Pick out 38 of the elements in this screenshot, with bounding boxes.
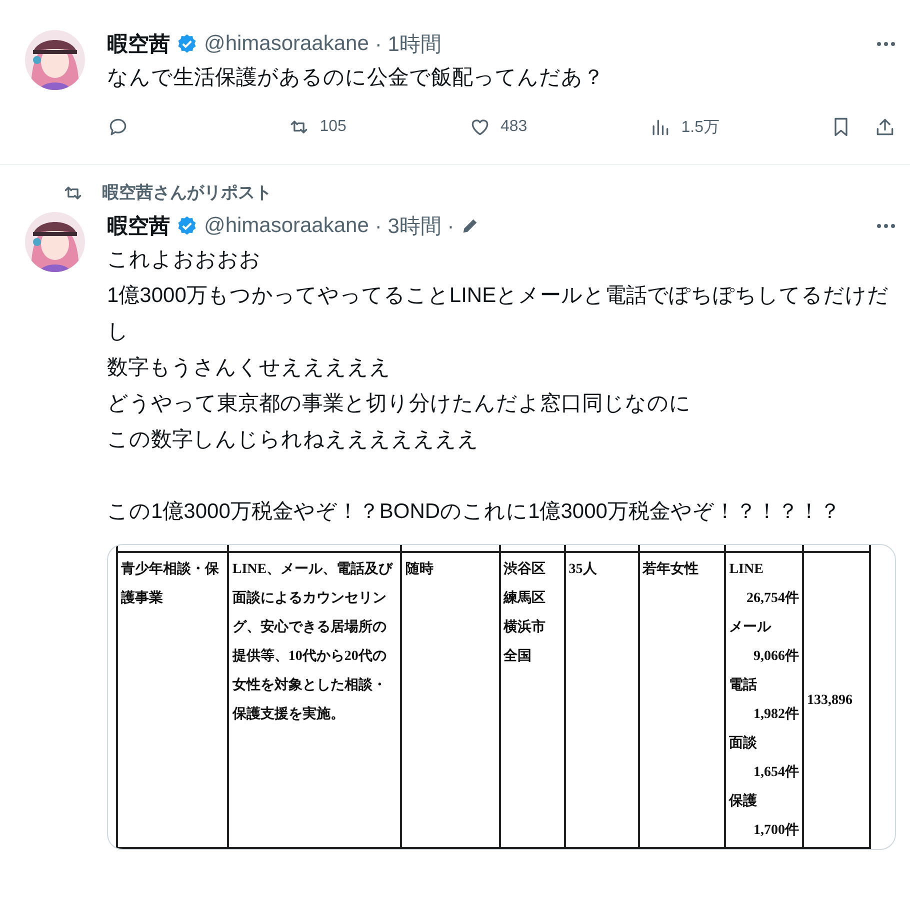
table-cell-text: 青少年相談・保護事業 xyxy=(121,562,219,606)
area-name: 横浜市 xyxy=(504,618,547,637)
author-name[interactable]: 暇空茜 xyxy=(107,212,170,240)
post-text: これよおおおお xyxy=(107,247,262,273)
channel-label: 保護 xyxy=(729,792,758,811)
channel-count: 26,754件 xyxy=(746,590,799,608)
post-time[interactable]: · 1時間 xyxy=(374,30,442,58)
author-handle[interactable]: @himasoraakane xyxy=(204,214,369,238)
views-count: 1.5万 xyxy=(681,118,720,138)
table-cell-text: 35人 xyxy=(568,562,597,577)
channel-label: 面談 xyxy=(729,734,758,753)
post-text: この1億3000万税金やぞ！？BONDのこれに1億3000万税金やぞ！？！？！？ xyxy=(107,499,842,525)
channel-label: メール xyxy=(729,619,772,637)
channel-count: 9,066件 xyxy=(752,648,799,666)
repost-count: 105 xyxy=(320,118,346,136)
channel-count: 1,654件 xyxy=(752,764,799,782)
attached-image[interactable]: 青少年相談・保護事業 LINE、メール、電話及び面談によるカウンセリング、安心できる居場所の提供等、10代から20代の女性を対象とした相談・保護支援を実施。 随時 渋谷区 練馬区 横浜市 全国 35人 若年女性 LINE 26,754件 メール 9,066件 電話 1,982件 面談 1,654件 保護 1,700件 133,896 xyxy=(107,544,896,850)
table-cell-text: 随時 xyxy=(405,562,434,577)
post-text: どうやって東京都の事業と切り分けたんだよ窓口同じなのに xyxy=(107,391,692,417)
author-name[interactable]: 暇空茜 xyxy=(107,30,170,58)
repost-label: 暇空茜さんがリポスト xyxy=(102,182,272,204)
table-cell-text: LINE、メール、電話及び面談によるカウンセリング、安心できる居場所の提供等、10代から20代の女性を対象とした相談・保護支援を実施。 xyxy=(232,562,393,722)
table-cell-text: 若年女性 xyxy=(642,562,699,577)
author-handle[interactable]: @himasoraakane xyxy=(204,32,369,56)
channel-count: 1,700件 xyxy=(752,822,799,840)
area-name: 全国 xyxy=(504,647,533,666)
area-name: 渋谷区 xyxy=(504,560,547,579)
like-count: 483 xyxy=(500,118,528,136)
channel-label: 電話 xyxy=(729,676,758,695)
area-name: 練馬区 xyxy=(504,589,547,608)
channel-label: LINE xyxy=(729,561,764,579)
post-text: 数字もうさんくせえええええ xyxy=(107,355,392,381)
post-text: この数字しんじられねえええええええ xyxy=(107,427,480,453)
post-time[interactable]: · 3時間 · xyxy=(374,212,454,240)
total-count: 133,896 xyxy=(807,692,852,708)
post-text: なんで生活保護があるのに公金で飯配ってんだあ？ xyxy=(107,65,605,91)
post-text: 1億3000万もつかってやってることLINEとメールと電話でぽちぽちしてるだけだし xyxy=(107,283,890,345)
channel-count: 1,982件 xyxy=(752,706,799,724)
